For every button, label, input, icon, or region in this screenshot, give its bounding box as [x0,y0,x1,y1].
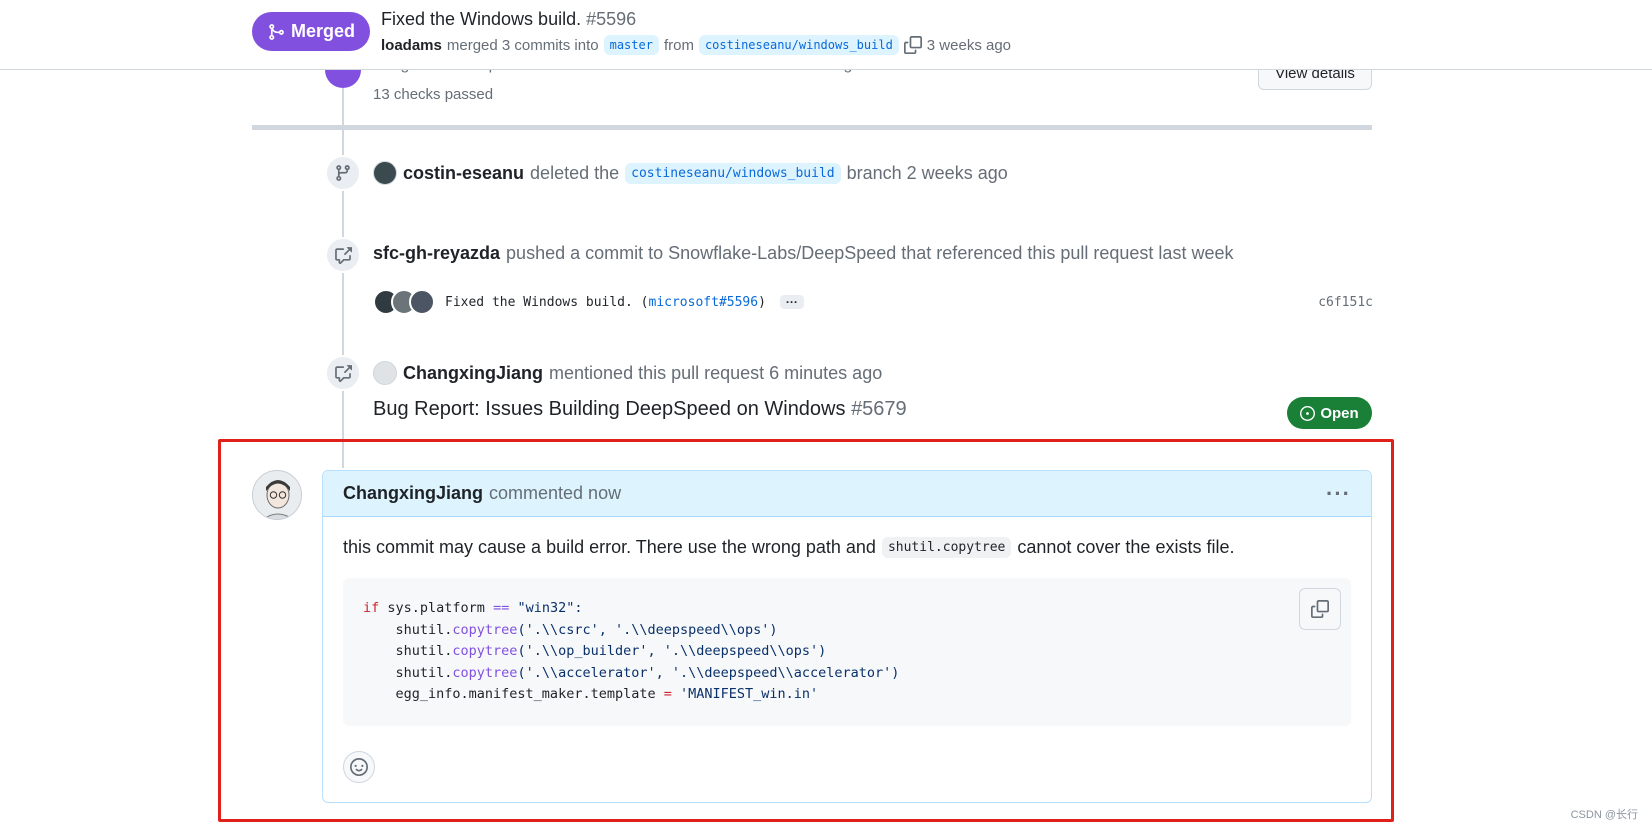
mention-event: ChangxingJiang mentioned this pull reque… [373,361,882,385]
cross-reference-icon [335,365,352,382]
issue-status-label: Open [1320,404,1359,422]
branch-event-icon [325,155,361,191]
merged-status-label: Merged [290,21,355,41]
watermark: CSDN @长行 [1570,809,1638,821]
commit-issue-link[interactable]: microsoft#5596 [649,295,759,310]
pr-title: Fixed the Windows build. #5596 [381,9,636,30]
issue-title-text[interactable]: Bug Report: Issues Building DeepSpeed on… [373,398,846,420]
pr-meta: loadams merged 3 commits into master fro… [381,35,1011,55]
pr-author-link[interactable]: loadams [381,37,442,54]
git-merge-icon [269,23,284,40]
pr-from-text: from [663,36,694,54]
pr-number: #5596 [586,9,637,29]
avatar[interactable] [373,161,397,185]
commit-sha[interactable]: c6f151c [1318,295,1373,310]
commit-message-close: ) [758,294,766,310]
timeline-line [342,88,344,468]
commit-message-text: Fixed the Windows build. ( [445,294,649,310]
mention-event-icon [325,355,361,391]
copy-icon[interactable] [903,36,922,54]
pr-time: 3 weeks ago [926,36,1012,54]
push-commit-event: sfc-gh-reyazda pushed a commit to Snowfl… [373,243,1233,264]
timeline-divider [252,125,1372,130]
event-user-link[interactable]: ChangxingJiang [403,363,543,384]
head-branch[interactable]: costineseanu/windows_build [698,35,899,55]
base-branch[interactable]: master [603,35,659,55]
pr-merge-text: merged 3 commits into [446,36,599,54]
avatar[interactable] [373,361,397,385]
event-action: mentioned this pull request 6 minutes ag… [549,362,883,383]
checks-passed[interactable]: 13 checks passed [373,86,493,103]
highlight-annotation-box [218,439,1394,822]
deleted-branch[interactable]: costineseanu/windows_build [625,162,841,184]
commit-row: Fixed the Windows build. (microsoft#5596… [373,289,1373,315]
merged-status-badge: Merged [252,12,370,51]
expand-commit-button[interactable]: ··· [779,295,804,309]
commit-message[interactable]: Fixed the Windows build. (microsoft#5596… [445,295,766,310]
sticky-pr-header: Merged Fixed the Windows build. #5596 lo… [0,0,1652,70]
git-branch-icon [336,165,350,181]
cross-reference-icon [325,237,361,273]
event-user-link[interactable]: costin-eseanu [403,163,524,184]
issue-opened-icon [1300,405,1316,421]
avatar[interactable] [409,289,435,315]
event-action: pushed a commit to Snowflake-Labs/DeepSp… [506,243,1234,263]
event-suffix: branch 2 weeks ago [846,162,1008,183]
referenced-issue-title[interactable]: Bug Report: Issues Building DeepSpeed on… [373,398,907,421]
issue-open-badge: Open [1287,397,1372,429]
pr-title-text: Fixed the Windows build. [381,9,582,29]
event-user-link[interactable]: sfc-gh-reyazda [373,243,500,264]
cross-reference-icon-svg [335,247,352,264]
delete-branch-event: costin-eseanu deleted the costineseanu/w… [373,161,1008,185]
event-action: deleted the [530,162,620,183]
issue-number[interactable]: #5679 [851,398,907,420]
